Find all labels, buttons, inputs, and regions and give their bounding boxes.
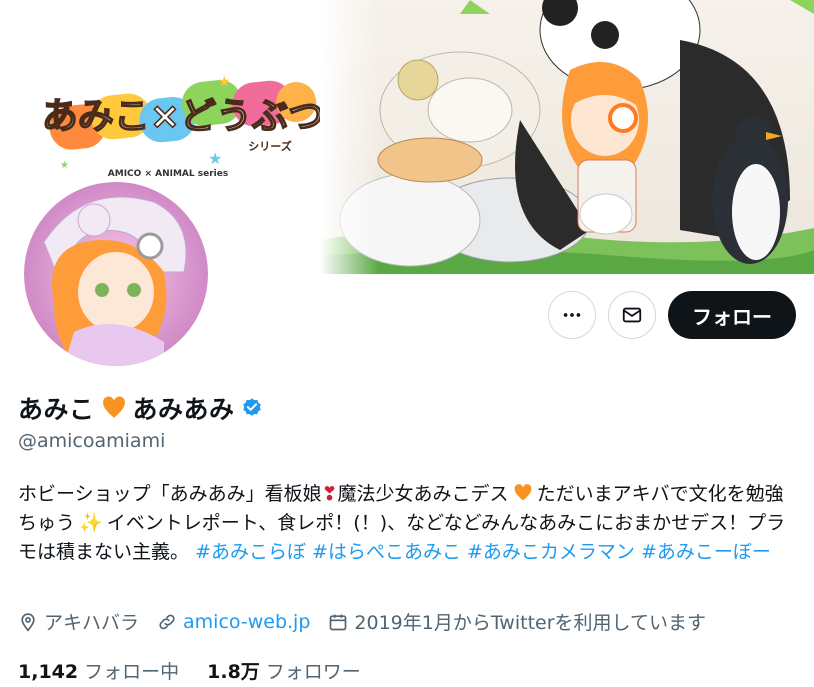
bio-text: ホビーショップ「あみあみ」看板娘 xyxy=(18,483,322,505)
profile-avatar[interactable] xyxy=(20,178,212,370)
follow-button[interactable]: フォロー xyxy=(668,291,796,339)
website-link[interactable]: amico-web.jp xyxy=(183,611,310,633)
banner-illustration xyxy=(320,0,814,274)
location-pin-icon xyxy=(21,612,35,632)
display-name-part: あみこ xyxy=(18,395,95,424)
hashtag-link[interactable]: #はらぺこあみこ xyxy=(312,541,461,563)
series-logo: あみこ×どうぶつ シリーズ AMICO × ANIMAL series ★ ★ … xyxy=(41,74,325,179)
followers-count: 1.8万 xyxy=(207,661,260,683)
message-button[interactable] xyxy=(608,291,656,339)
bio-text: 魔法少女あみこデス xyxy=(337,483,509,505)
exclamation-icon: ❣ xyxy=(321,483,338,505)
orange-heart-icon xyxy=(514,484,531,501)
location-text: アキハバラ xyxy=(44,612,140,634)
logo-title: あみこ×どうぶつ xyxy=(42,96,324,137)
orange-heart-icon xyxy=(102,396,125,418)
dizzy-icon: ✨ xyxy=(79,512,103,534)
display-name-part: あみあみ xyxy=(132,395,235,424)
hashtag-link[interactable]: #あみこカメラマン xyxy=(467,541,635,563)
mail-icon xyxy=(622,307,642,323)
avatar-image xyxy=(24,182,208,366)
link-icon xyxy=(159,614,175,629)
profile-bio: ホビーショップ「あみあみ」看板娘❣魔法少女あみこデス ただいまアキバで文化を勉強ち… xyxy=(18,480,798,567)
profile-actions: フォロー xyxy=(548,291,796,339)
calendar-icon xyxy=(330,614,347,630)
star-icon: ★ xyxy=(208,149,222,168)
more-button[interactable] xyxy=(548,291,596,339)
more-icon xyxy=(563,313,581,317)
followers-label: フォロワー xyxy=(265,661,361,683)
location-item: アキハバラ xyxy=(18,608,139,635)
user-handle: @amicoamiami xyxy=(18,430,166,452)
joined-text: 2019年1月からTwitterを利用しています xyxy=(354,612,706,634)
following-count: 1,142 xyxy=(18,661,79,683)
followers-stat[interactable]: 1.8万 フォロワー xyxy=(207,657,361,684)
following-label: フォロー中 xyxy=(84,661,180,683)
verified-badge-icon[interactable] xyxy=(241,397,263,419)
hashtag-link[interactable]: #あみこらぼ xyxy=(195,541,306,563)
profile-stats: 1,142 フォロー中 1.8万 フォロワー xyxy=(18,657,361,684)
website-item[interactable]: amico-web.jp xyxy=(157,611,310,633)
joined-item: 2019年1月からTwitterを利用しています xyxy=(328,608,706,635)
star-icon: ★ xyxy=(218,74,231,90)
display-name-row: あみこ あみあみ xyxy=(18,390,263,426)
star-icon: ★ xyxy=(60,160,69,171)
hashtag-link[interactable]: #あみこーぼー xyxy=(641,541,771,563)
logo-caption: AMICO × ANIMAL series xyxy=(108,169,228,179)
profile-meta: アキハバラ amico-web.jp 2019年1月からTwitterを利用して… xyxy=(18,608,706,635)
logo-sub: シリーズ xyxy=(248,139,291,153)
following-stat[interactable]: 1,142 フォロー中 xyxy=(18,657,179,684)
